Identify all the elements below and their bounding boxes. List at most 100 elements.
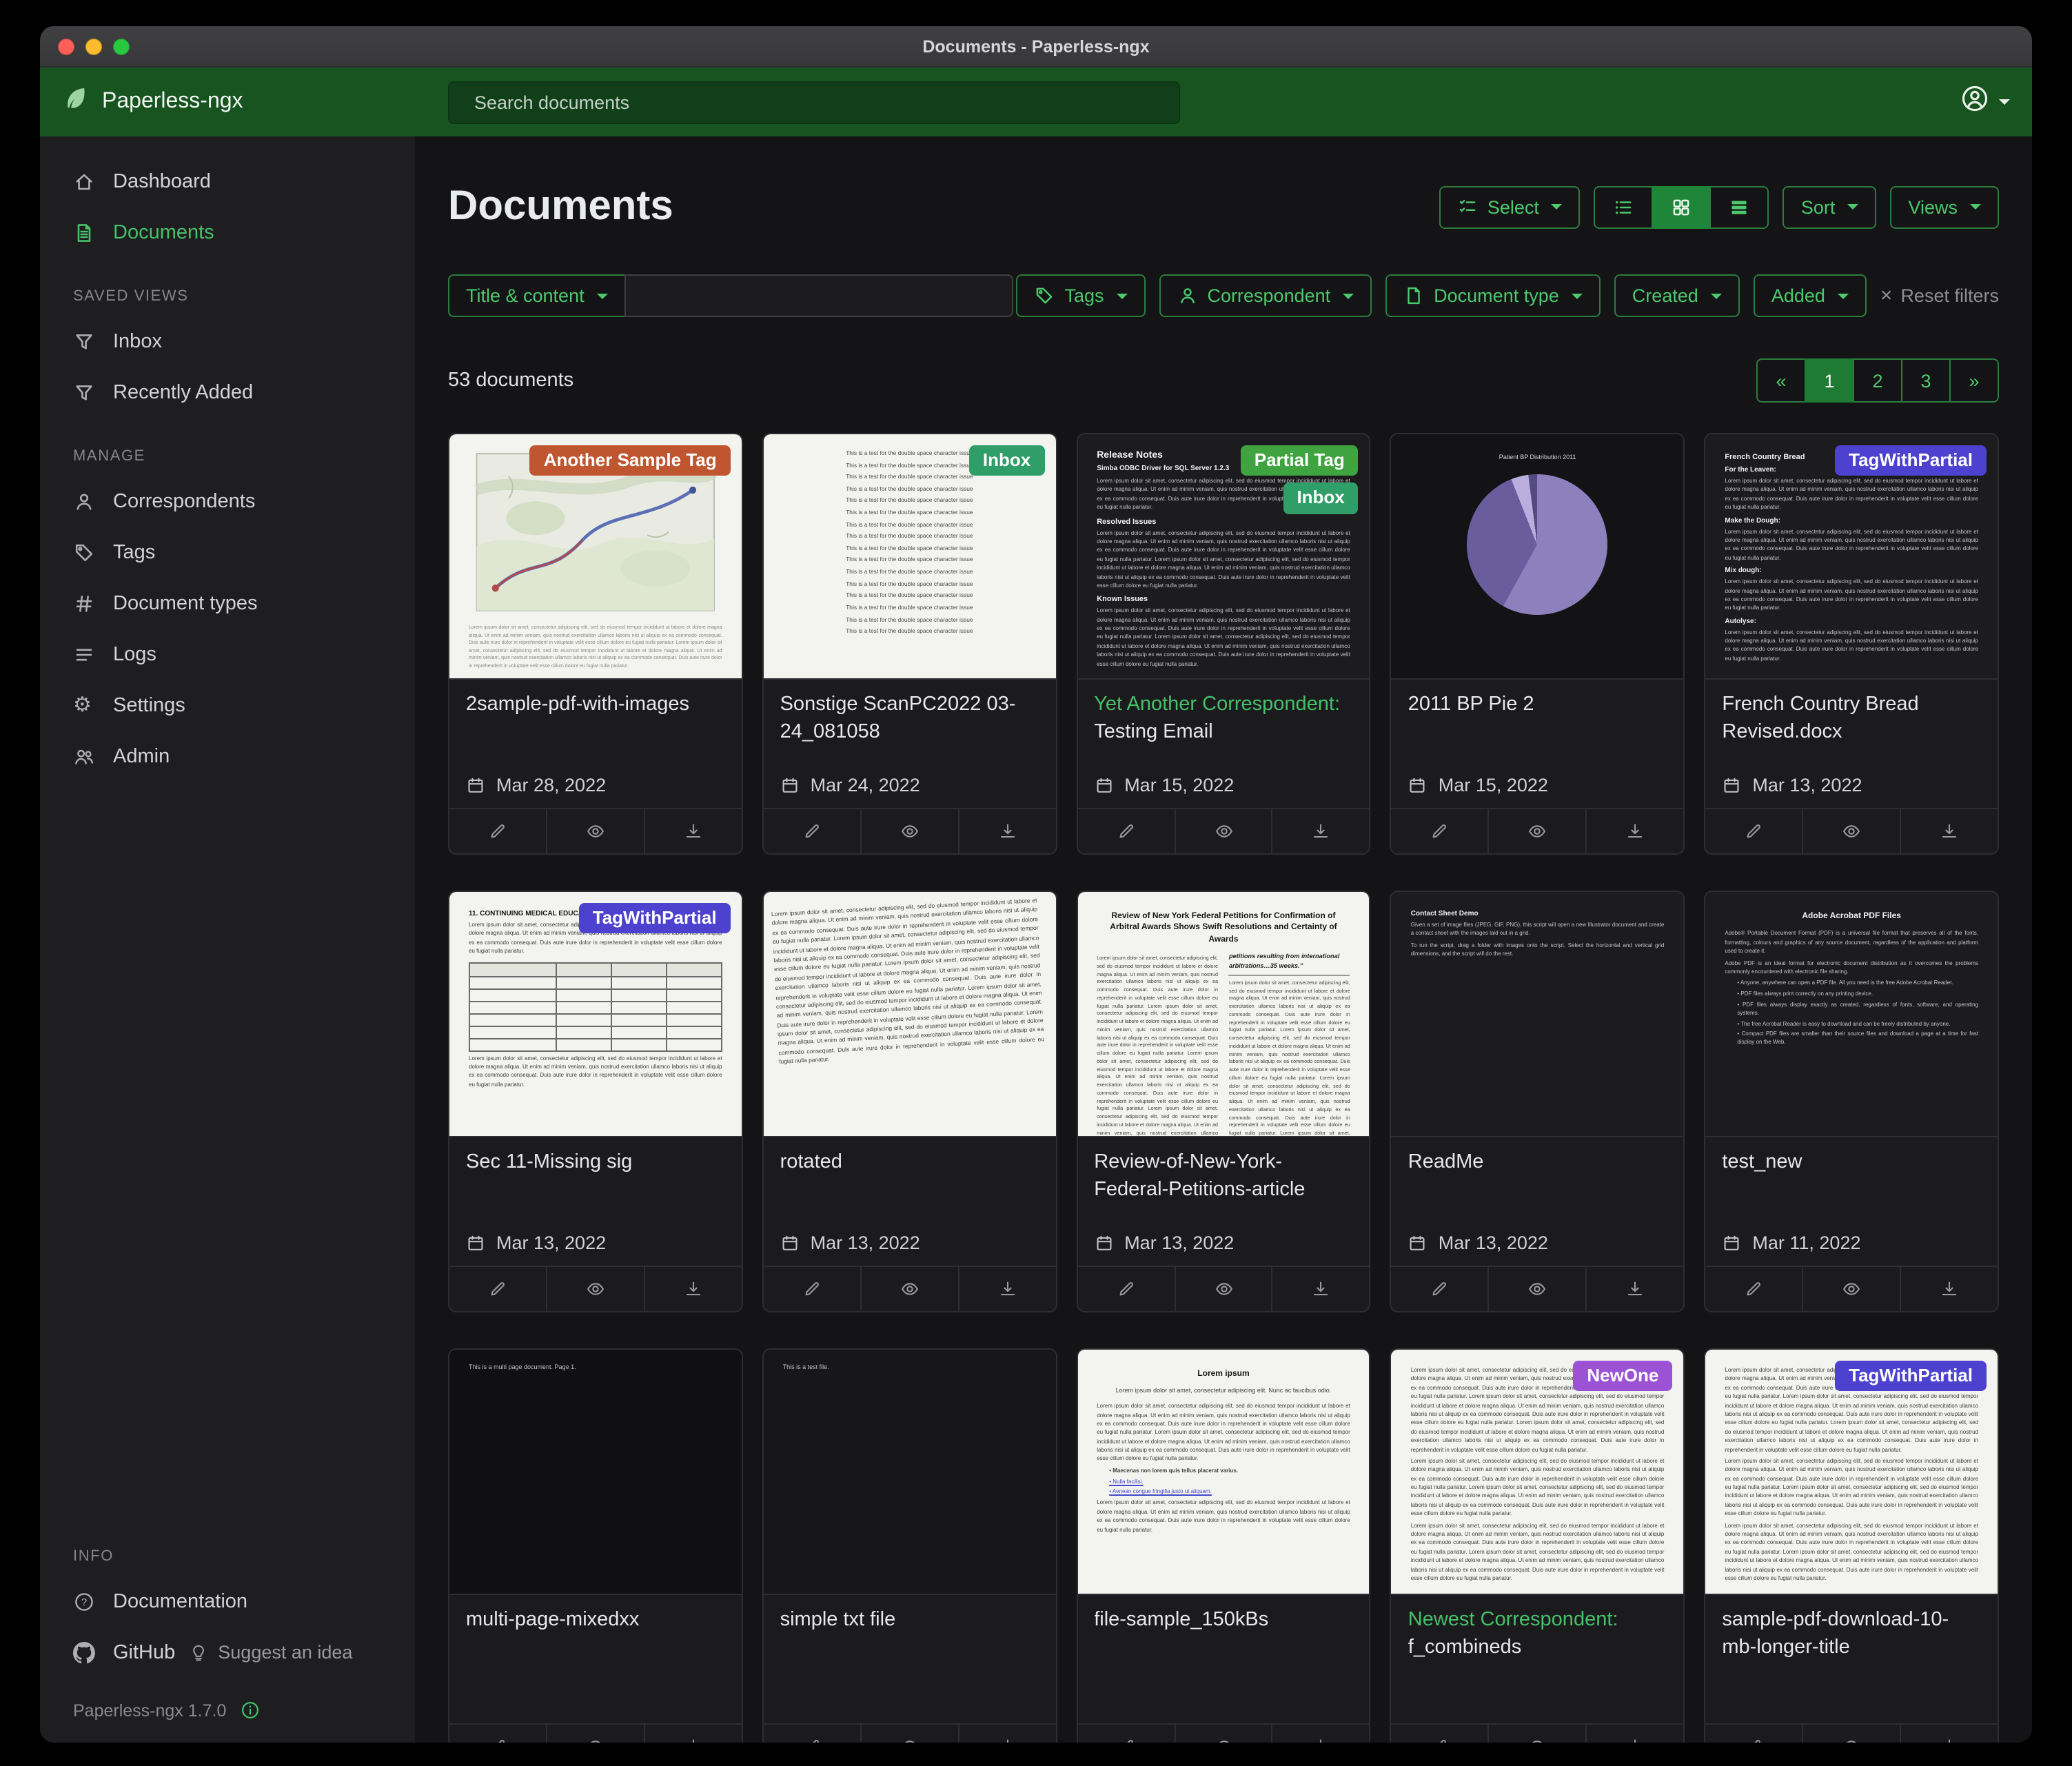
document-thumbnail[interactable]: 11. CONTINUING MEDICAL EDUCALorem ipsum … [449,892,742,1137]
edit-document-button[interactable] [1392,809,1488,853]
view-document-button[interactable] [860,1267,957,1311]
document-card[interactable]: Lorem ipsumLorem ipsum dolor sit amet, c… [1076,1348,1371,1743]
edit-document-button[interactable] [449,809,546,853]
document-title[interactable]: file-sample_150kBs [1094,1607,1353,1634]
edit-document-button[interactable] [449,1725,546,1743]
document-title[interactable]: Sec 11-Missing sig [466,1150,725,1177]
download-document-button[interactable] [1900,1267,1998,1311]
download-document-button[interactable] [644,1725,742,1743]
edit-document-button[interactable] [1077,1725,1174,1743]
download-document-button[interactable] [957,1725,1055,1743]
pagination-page-button[interactable]: 2 [1853,358,1902,403]
download-document-button[interactable] [1900,1725,1998,1743]
download-document-button[interactable] [1900,809,1998,853]
window-close-button[interactable] [58,38,74,54]
document-card[interactable]: 11. CONTINUING MEDICAL EDUCALorem ipsum … [448,891,743,1312]
app-brand[interactable]: Paperless-ngx [62,85,437,119]
view-document-button[interactable] [1174,1725,1272,1743]
view-document-button[interactable] [1174,1267,1272,1311]
tag-badge[interactable]: Inbox [969,445,1044,476]
edit-document-button[interactable] [1077,809,1174,853]
sidebar-item-document-types[interactable]: Document types [40,578,415,629]
pagination-next-button[interactable]: » [1949,358,1999,403]
document-title[interactable]: French Country Bread Revised.docx [1722,692,1981,746]
document-thumbnail[interactable]: Lorem ipsum dolor sit amet, consectetur … [1392,1350,1684,1595]
edit-document-button[interactable] [1392,1267,1488,1311]
download-document-button[interactable] [957,1267,1055,1311]
info-circle-icon[interactable] [240,1700,261,1721]
tags-filter-button[interactable]: Tags [1016,274,1145,317]
document-type-filter-button[interactable]: Document type [1385,274,1601,317]
download-document-button[interactable] [1272,809,1370,853]
user-menu[interactable] [1960,84,2010,120]
view-document-button[interactable] [1488,1725,1586,1743]
document-title[interactable]: rotated [780,1150,1039,1177]
document-title[interactable]: sample-pdf-download-10-mb-longer-title [1722,1607,1981,1661]
edit-document-button[interactable] [1705,1267,1802,1311]
pagination-page-button[interactable]: 3 [1901,358,1951,403]
tag-badge[interactable]: TagWithPartial [579,903,731,934]
window-zoom-button[interactable] [113,38,130,54]
document-title[interactable]: 2sample-pdf-with-images [466,692,725,719]
document-title[interactable]: test_new [1722,1150,1981,1177]
tag-badge[interactable]: TagWithPartial [1835,1361,1987,1392]
pagination-page-button[interactable]: 1 [1805,358,1854,403]
search-input[interactable] [474,92,1165,112]
download-document-button[interactable] [1272,1267,1370,1311]
download-document-button[interactable] [1272,1725,1370,1743]
download-document-button[interactable] [644,809,742,853]
sidebar-item-inbox[interactable]: Inbox [40,316,415,367]
document-card[interactable]: Contact Sheet DemoGiven a set of image f… [1390,891,1685,1312]
document-title[interactable]: ReadMe [1408,1150,1667,1177]
sidebar-item-dashboard[interactable]: Dashboard [40,156,415,207]
document-title[interactable]: Sonstige ScanPC2022 03-24_081058 [780,692,1039,746]
document-card[interactable]: Lorem ipsum dolor sit amet, consectetur … [1704,1348,1999,1743]
correspondent-filter-button[interactable]: Correspondent [1159,274,1372,317]
sort-button[interactable]: Sort [1783,185,1877,228]
sidebar-item-admin[interactable]: Admin [40,731,415,782]
document-thumbnail[interactable]: Lorem ipsum dolor sit amet, consectetur … [764,892,1056,1137]
edit-document-button[interactable] [449,1267,546,1311]
document-title[interactable]: Newest Correspondent: f_combineds [1408,1607,1667,1661]
document-card[interactable]: This is a test file. simple txt file [762,1348,1057,1743]
tag-badge[interactable]: Partial Tag [1241,445,1359,476]
view-document-button[interactable] [860,809,957,853]
document-title[interactable]: multi-page-mixedxx [466,1607,725,1634]
document-thumbnail[interactable]: Patient BP Distribution 2011 [1392,434,1684,680]
view-document-button[interactable] [1802,1267,1900,1311]
edit-document-button[interactable] [1392,1725,1488,1743]
detail-view-button[interactable] [1710,185,1769,228]
document-thumbnail[interactable]: This is a multi page document. Page 1. [449,1350,742,1595]
reset-filters-button[interactable]: × Reset filters [1880,285,1999,306]
document-thumbnail[interactable]: Release NotesSimba ODBC Driver for SQL S… [1077,434,1370,680]
document-card[interactable]: Lorem ipsum dolor sit amet, consectetur … [448,433,743,855]
document-thumbnail[interactable]: Lorem ipsum dolor sit amet, consectetur … [1705,1350,1998,1595]
document-thumbnail[interactable]: This is a test file. [764,1350,1056,1595]
view-document-button[interactable] [860,1725,957,1743]
view-document-button[interactable] [1488,1267,1586,1311]
grid-view-button[interactable] [1652,185,1712,228]
sidebar-item-correspondents[interactable]: Correspondents [40,476,415,527]
document-card[interactable]: Release NotesSimba ODBC Driver for SQL S… [1076,433,1371,855]
document-thumbnail[interactable]: Contact Sheet DemoGiven a set of image f… [1392,892,1684,1137]
document-thumbnail[interactable]: This is a test for the double space char… [764,434,1056,680]
sidebar-item-tags[interactable]: Tags [40,527,415,578]
list-view-button[interactable] [1594,185,1654,228]
title-content-dropdown[interactable]: Title & content [448,274,626,317]
download-document-button[interactable] [1586,1725,1684,1743]
view-document-button[interactable] [546,1725,644,1743]
document-thumbnail[interactable]: Lorem ipsumLorem ipsum dolor sit amet, c… [1077,1350,1370,1595]
edit-document-button[interactable] [764,1267,860,1311]
document-card[interactable]: Patient BP Distribution 2011 2011 BP Pie… [1390,433,1685,855]
edit-document-button[interactable] [1077,1267,1174,1311]
view-document-button[interactable] [546,1267,644,1311]
document-card[interactable]: Review of New York Federal Petitions for… [1076,891,1371,1312]
pagination-prev-button[interactable]: « [1756,358,1806,403]
document-thumbnail[interactable]: Lorem ipsum dolor sit amet, consectetur … [449,434,742,680]
sidebar-item-settings[interactable]: ⚙ Settings [40,680,415,731]
document-card[interactable]: French Country BreadFor the Leaven:Lorem… [1704,433,1999,855]
document-thumbnail[interactable]: French Country BreadFor the Leaven:Lorem… [1705,434,1998,680]
views-button[interactable]: Views [1890,185,1999,228]
document-thumbnail[interactable]: Adobe Acrobat PDF FilesAdobe® Portable D… [1705,892,1998,1137]
document-title[interactable]: simple txt file [780,1607,1039,1634]
